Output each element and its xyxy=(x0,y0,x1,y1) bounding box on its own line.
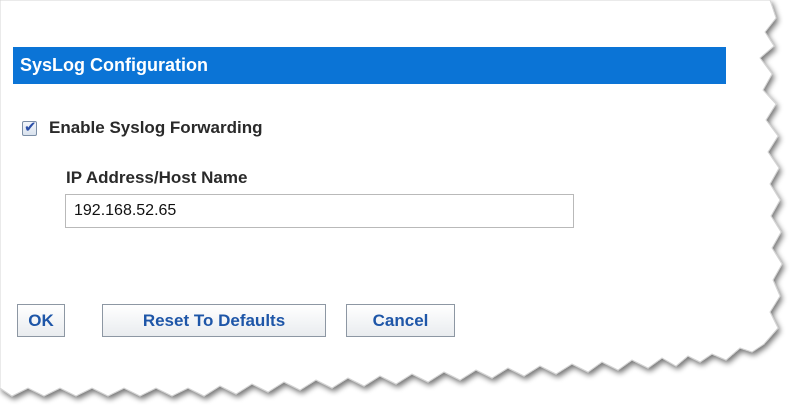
cancel-button[interactable]: Cancel xyxy=(346,304,455,337)
enable-syslog-row[interactable]: ✔ Enable Syslog Forwarding xyxy=(22,118,262,138)
checkmark-icon: ✔ xyxy=(24,117,37,136)
reset-to-defaults-button[interactable]: Reset To Defaults xyxy=(102,304,326,337)
enable-syslog-label: Enable Syslog Forwarding xyxy=(49,118,263,137)
host-name-input[interactable] xyxy=(65,194,574,228)
host-name-label: IP Address/Host Name xyxy=(66,168,248,187)
syslog-configuration-panel: SysLog Configuration ✔ Enable Syslog For… xyxy=(0,0,791,407)
section-header: SysLog Configuration xyxy=(13,47,726,84)
enable-syslog-checkbox[interactable]: ✔ xyxy=(22,117,37,136)
ok-button[interactable]: OK xyxy=(17,304,65,337)
